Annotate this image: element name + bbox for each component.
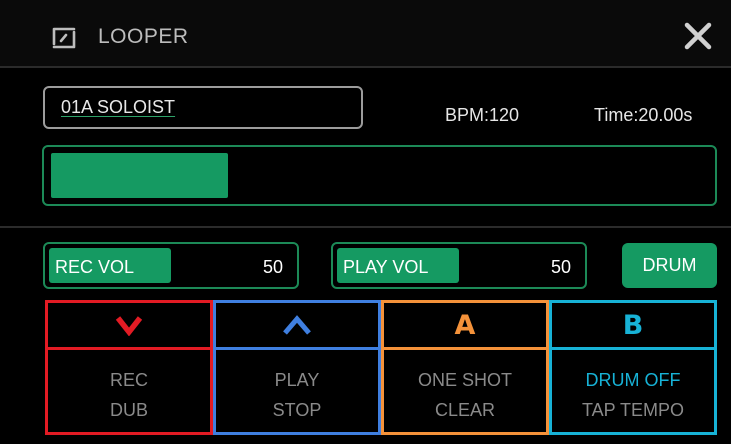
footswitch-indicator: A: [381, 300, 549, 350]
footswitch-label-box: PLAY STOP: [213, 347, 381, 435]
loop-icon: [52, 27, 76, 49]
loop-progress-bar: [42, 145, 717, 206]
header-title: LOOPER: [98, 25, 189, 48]
play-vol-slider[interactable]: PLAY VOL 50: [331, 242, 587, 289]
bpm-readout: BPM:120: [445, 105, 520, 125]
footswitch-label-2: CLEAR: [434, 400, 496, 420]
preset-name: 01A SOLOIST: [61, 97, 176, 117]
footswitch-glyph: A: [384, 303, 546, 347]
footswitch-label-1: ONE SHOT: [417, 370, 512, 390]
close-icon[interactable]: [683, 21, 713, 51]
loop-progress-fill: [51, 153, 228, 198]
play-vol-label: PLAY VOL: [343, 257, 429, 277]
footswitch-label-1: REC: [109, 370, 148, 390]
footswitch-letter-b: B: [622, 309, 644, 341]
chevron-down-icon: [115, 316, 143, 336]
chevron-up-icon: [283, 315, 311, 335]
footswitch-glyph: [216, 303, 378, 347]
footswitch-label-2: DUB: [109, 400, 148, 420]
footswitch-label-box: REC DUB: [45, 347, 213, 435]
footswitch-label-2: TAP TEMPO: [581, 400, 685, 420]
drum-button[interactable]: DRUM: [622, 243, 717, 288]
footswitch-rec-dub[interactable]: REC DUB: [45, 300, 213, 435]
footswitch-glyph: B: [552, 303, 714, 347]
rec-vol-slider[interactable]: REC VOL 50: [43, 242, 299, 289]
footswitch-indicator: B: [549, 300, 717, 350]
footswitch-label-1: DRUM OFF: [585, 370, 681, 390]
footswitch-label-box: DRUM OFF TAP TEMPO: [549, 347, 717, 435]
footswitch-letter-a: A: [454, 309, 476, 341]
header-bar: LOOPER: [0, 0, 731, 68]
footswitch-indicator: [45, 300, 213, 350]
footswitch-label-box: ONE SHOT CLEAR: [381, 347, 549, 435]
play-vol-value: 50: [550, 257, 571, 277]
footswitch-play-stop[interactable]: PLAY STOP: [213, 300, 381, 435]
footswitch-glyph: [48, 303, 210, 347]
footswitch-one-shot-clear[interactable]: A ONE SHOT CLEAR: [381, 300, 549, 435]
footswitch-indicator: [213, 300, 381, 350]
footswitch-label-1: PLAY: [274, 370, 320, 390]
divider: [0, 226, 731, 228]
footswitch-label-2: STOP: [272, 400, 322, 420]
footswitch-drum-tap-tempo[interactable]: B DRUM OFF TAP TEMPO: [549, 300, 717, 435]
rec-vol-value: 50: [262, 257, 283, 277]
rec-vol-label: REC VOL: [55, 257, 135, 277]
preset-name-field[interactable]: 01A SOLOIST: [43, 86, 363, 129]
time-readout: Time:20.00s: [594, 105, 693, 125]
